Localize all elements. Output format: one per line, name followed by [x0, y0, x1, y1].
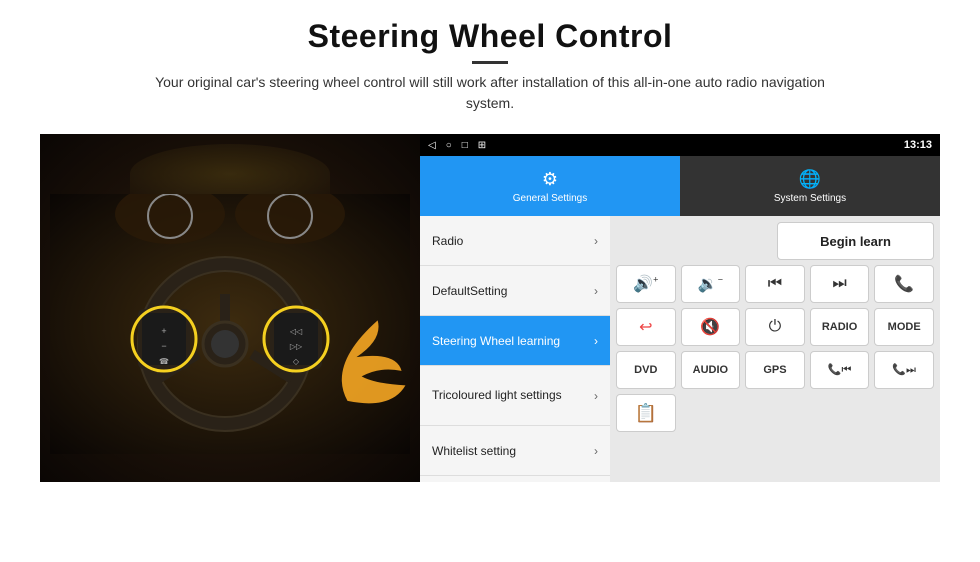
menu-item-whitelist[interactable]: Whitelist setting › [420, 426, 610, 476]
power-icon: ⏻ [769, 318, 782, 336]
gps-label: GPS [763, 364, 786, 376]
radio-label: RADIO [822, 321, 857, 333]
begin-learn-row: Begin learn [616, 222, 934, 260]
chevron-right-icon: › [594, 234, 598, 248]
status-bar: ◁ ○ □ ⊞ 13:13 [420, 134, 940, 156]
menu-radio-label: Radio [432, 234, 463, 248]
menu-steering-label: Steering Wheel learning [432, 334, 560, 348]
tel-next-icon: 📞⏭ [892, 363, 916, 377]
general-settings-icon: ⚙ [542, 169, 558, 190]
tab-system[interactable]: 🌐 System Settings [680, 156, 940, 216]
svg-text:◇: ◇ [293, 357, 300, 366]
screenshot-icon: ⊞ [478, 140, 486, 151]
menu-tricoloured-label: Tricoloured light settings [432, 388, 562, 404]
subtitle: Your original car's steering wheel contr… [140, 72, 840, 114]
gps-button[interactable]: GPS [745, 351, 805, 389]
power-button[interactable]: ⏻ [745, 308, 805, 346]
empty-space [616, 222, 771, 260]
chevron-right-icon: › [594, 334, 598, 348]
phone-icon: 📞 [894, 274, 914, 294]
tel-prev-icon: 📞⏮ [828, 363, 852, 377]
home-icon: ○ [446, 140, 452, 151]
begin-learn-button[interactable]: Begin learn [777, 222, 934, 260]
recent-icon: □ [462, 140, 468, 151]
whitelist-icon-button[interactable]: 📋 [616, 394, 676, 432]
chevron-right-icon: › [594, 389, 598, 403]
title-section: Steering Wheel Control Your original car… [140, 18, 840, 128]
mode-button[interactable]: MODE [874, 308, 934, 346]
menu-item-radio[interactable]: Radio › [420, 216, 610, 266]
menu-panel: Radio › DefaultSetting › Steering Wheel … [420, 216, 610, 482]
hangup-icon: ↩ [639, 317, 652, 337]
settings-tabs: ⚙ General Settings 🌐 System Settings [420, 156, 940, 216]
mode-label: MODE [888, 321, 921, 333]
screen-body: Radio › DefaultSetting › Steering Wheel … [420, 216, 940, 482]
skip-back-icon: ⏮ [768, 275, 782, 293]
menu-item-tricoloured[interactable]: Tricoloured light settings › [420, 366, 610, 426]
skip-forward-button[interactable]: ⏭ [810, 265, 870, 303]
hangup-button[interactable]: ↩ [616, 308, 676, 346]
audio-label: AUDIO [693, 364, 728, 376]
dvd-button[interactable]: DVD [616, 351, 676, 389]
audio-button[interactable]: AUDIO [681, 351, 741, 389]
controls-row-1: 🔊+ 🔉− ⏮ ⏭ 📞 [616, 265, 934, 303]
general-settings-label: General Settings [513, 193, 588, 204]
menu-item-default[interactable]: DefaultSetting › [420, 266, 610, 316]
svg-text:+: + [161, 326, 166, 336]
skip-back-button[interactable]: ⏮ [745, 265, 805, 303]
content-area: + − ☎ ◁◁ ▷▷ ◇ [40, 134, 940, 482]
car-image: + − ☎ ◁◁ ▷▷ ◇ [40, 134, 420, 482]
status-time: 13:13 [904, 139, 932, 151]
chevron-right-icon: › [594, 444, 598, 458]
system-settings-label: System Settings [774, 193, 846, 204]
menu-default-label: DefaultSetting [432, 284, 507, 298]
tel-prev-button[interactable]: 📞⏮ [810, 351, 870, 389]
menu-whitelist-label: Whitelist setting [432, 444, 516, 458]
tab-general[interactable]: ⚙ General Settings [420, 156, 680, 216]
system-settings-icon: 🌐 [799, 169, 821, 190]
whitelist-icon: 📋 [635, 403, 657, 424]
title-divider [472, 61, 508, 64]
car-background: + − ☎ ◁◁ ▷▷ ◇ [40, 134, 420, 482]
page-title: Steering Wheel Control [140, 18, 840, 55]
android-screen: ◁ ○ □ ⊞ 13:13 ⚙ General Settings 🌐 Syste… [420, 134, 940, 482]
skip-forward-icon: ⏭ [832, 275, 846, 293]
status-bar-left: ◁ ○ □ ⊞ [428, 140, 486, 151]
back-icon: ◁ [428, 140, 436, 151]
svg-text:▷▷: ▷▷ [290, 342, 303, 351]
controls-panel: Begin learn 🔊+ 🔉− ⏮ [610, 216, 940, 482]
svg-text:−: − [161, 341, 166, 351]
mute-button[interactable]: 🔇 [681, 308, 741, 346]
page-container: Steering Wheel Control Your original car… [0, 0, 980, 562]
svg-text:◁◁: ◁◁ [290, 327, 303, 336]
tel-next-button[interactable]: 📞⏭ [874, 351, 934, 389]
menu-item-steering[interactable]: Steering Wheel learning › [420, 316, 610, 366]
controls-row-4: 📋 [616, 394, 934, 432]
phone-button[interactable]: 📞 [874, 265, 934, 303]
steering-wheel-svg: + − ☎ ◁◁ ▷▷ ◇ [50, 194, 410, 454]
mute-icon: 🔇 [700, 317, 720, 337]
volume-up-icon: 🔊+ [633, 274, 658, 294]
volume-down-button[interactable]: 🔉− [681, 265, 741, 303]
chevron-right-icon: › [594, 284, 598, 298]
radio-button[interactable]: RADIO [810, 308, 870, 346]
dvd-label: DVD [634, 364, 657, 376]
svg-text:☎: ☎ [159, 357, 169, 366]
volume-up-button[interactable]: 🔊+ [616, 265, 676, 303]
volume-down-icon: 🔉− [698, 274, 723, 294]
controls-row-3: DVD AUDIO GPS 📞⏮ 📞⏭ [616, 351, 934, 389]
controls-row-2: ↩ 🔇 ⏻ RADIO MODE [616, 308, 934, 346]
steering-area: + − ☎ ◁◁ ▷▷ ◇ [50, 194, 410, 454]
